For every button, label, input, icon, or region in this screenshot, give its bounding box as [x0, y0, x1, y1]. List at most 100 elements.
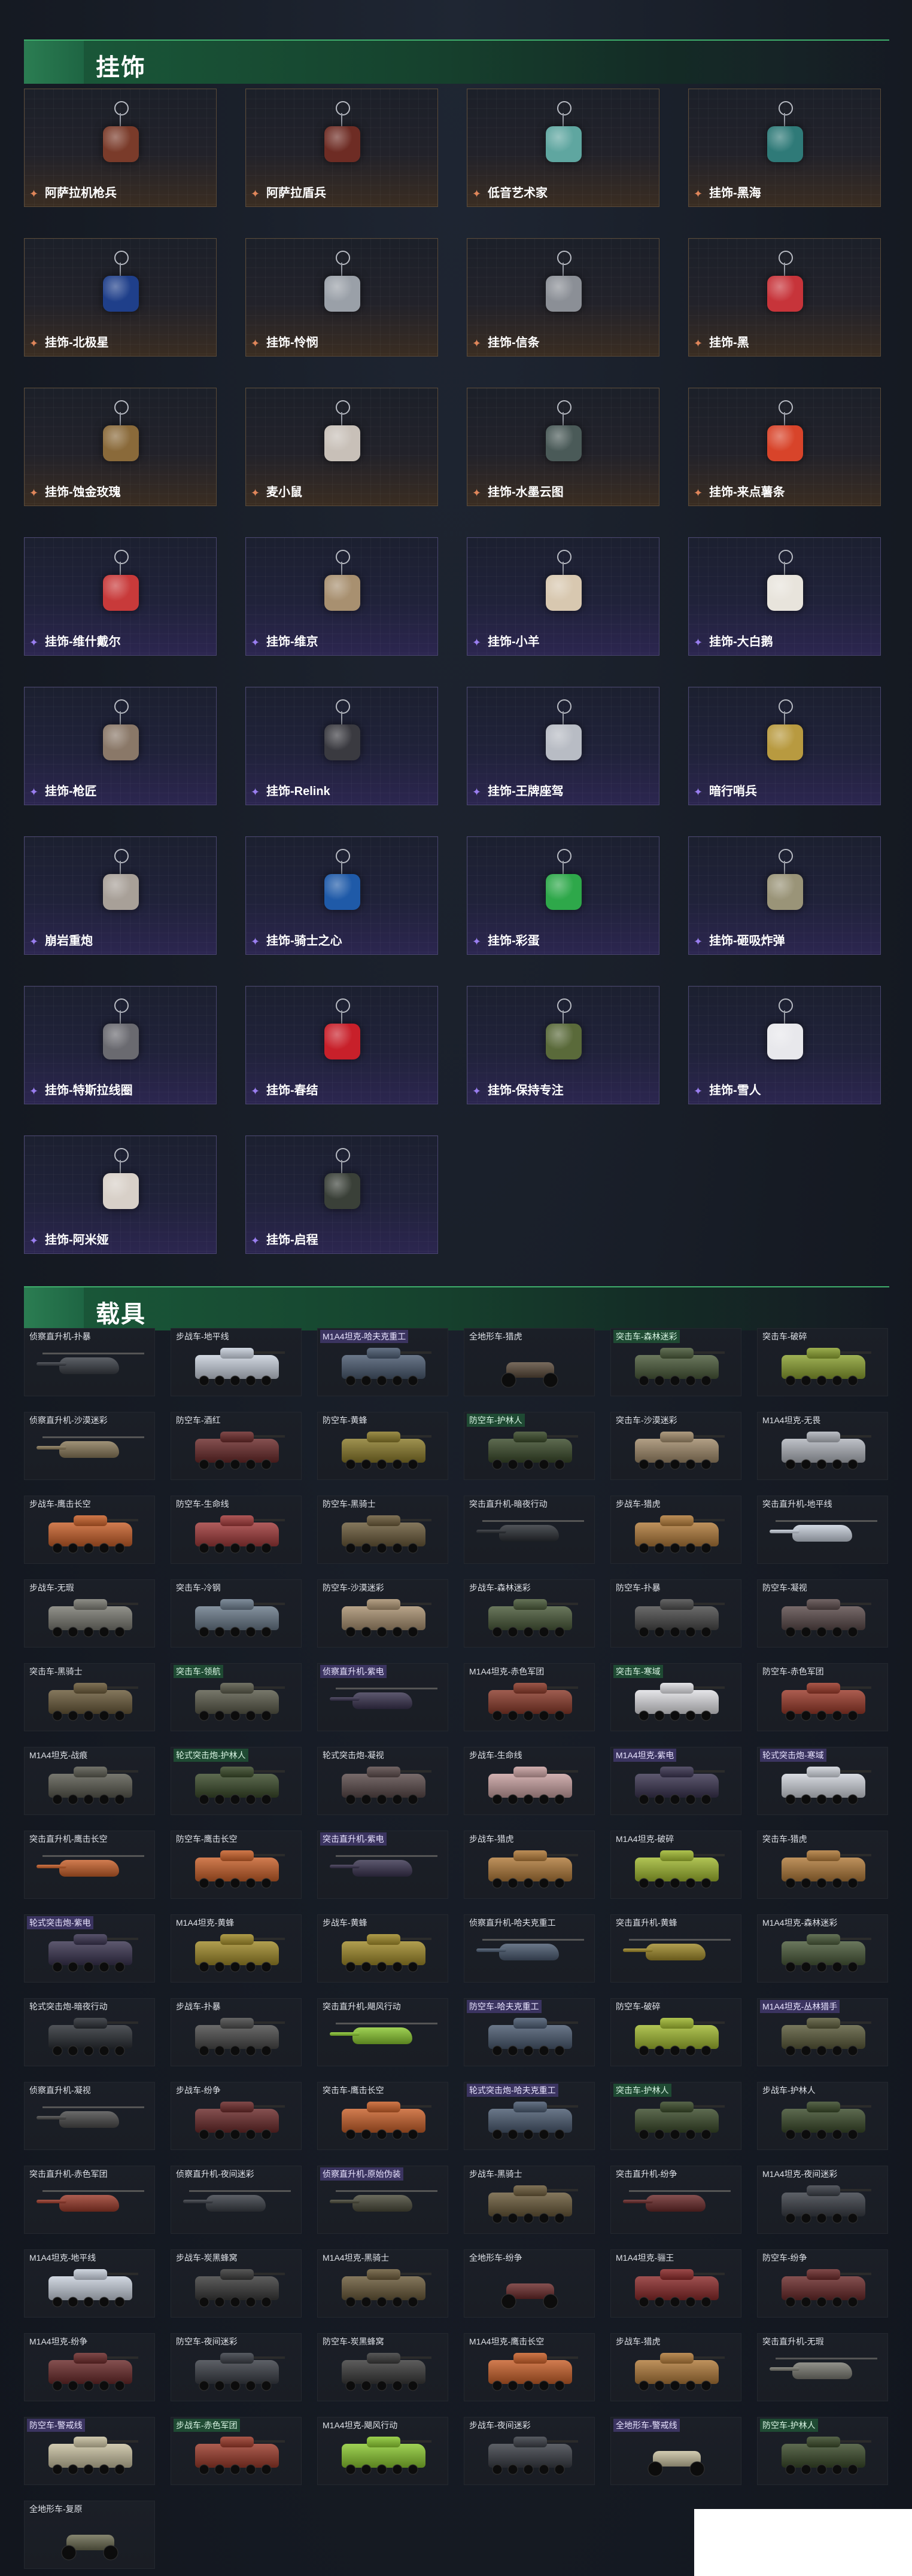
vehicle-card[interactable]: 突击直升机-鹰击长空	[24, 1831, 155, 1899]
vehicle-card[interactable]: 突击车-冷钢	[171, 1579, 302, 1648]
vehicle-card[interactable]: 轮式突击炮-紫电	[24, 1914, 155, 1983]
charm-card[interactable]: ✦ 挂饰-维京	[245, 537, 438, 656]
vehicle-card[interactable]: 防空车-护林人	[757, 2417, 888, 2485]
charm-card[interactable]: ✦ 挂饰-特斯拉线圈	[24, 986, 217, 1104]
charm-card[interactable]: ✦ 挂饰-王牌座驾	[467, 687, 659, 805]
vehicle-card[interactable]: 步战车-猎虎	[464, 1831, 595, 1899]
vehicle-card[interactable]: 防空车-生命线	[171, 1496, 302, 1564]
charm-card[interactable]: ✦ 崩岩重炮	[24, 836, 217, 955]
vehicle-card[interactable]: 步战车-无瑕	[24, 1579, 155, 1648]
charm-card[interactable]: ✦ 阿萨拉机枪兵	[24, 89, 217, 207]
vehicle-card[interactable]: 轮式突击炮-凝视	[317, 1747, 448, 1815]
vehicle-card[interactable]: 轮式突击炮-护林人	[171, 1747, 302, 1815]
vehicle-card[interactable]: 防空车-纷争	[757, 2249, 888, 2318]
vehicle-card[interactable]: 突击直升机-暗夜行动	[464, 1496, 595, 1564]
vehicle-card[interactable]: 全地形车-复原	[24, 2501, 155, 2569]
vehicle-card[interactable]: 防空车-扑暴	[610, 1579, 741, 1648]
charm-card[interactable]: ✦ 暗行哨兵	[688, 687, 881, 805]
vehicle-card[interactable]: 步战车-赤色军团	[171, 2417, 302, 2485]
vehicle-card[interactable]: 突击车-沙漠迷彩	[610, 1412, 741, 1480]
vehicle-card[interactable]: 轮式突击炮-暗夜行动	[24, 1998, 155, 2066]
charm-card[interactable]: ✦ 阿萨拉盾兵	[245, 89, 438, 207]
vehicle-card[interactable]: 步战车-炭黑蜂窝	[171, 2249, 302, 2318]
charm-card[interactable]: ✦ 挂饰-水墨云图	[467, 388, 659, 506]
charm-card[interactable]: ✦ 挂饰-阿米娅	[24, 1135, 217, 1254]
vehicle-card[interactable]: M1A4坦克-紫电	[610, 1747, 741, 1815]
vehicle-card[interactable]: M1A4坦克-地平线	[24, 2249, 155, 2318]
vehicle-card[interactable]: 防空车-夜间迷彩	[171, 2333, 302, 2401]
vehicle-card[interactable]: 侦察直升机-哈夫克重工	[464, 1914, 595, 1983]
charm-card[interactable]: ✦ 挂饰-黑海	[688, 89, 881, 207]
vehicle-card[interactable]: 防空车-炭黑蜂窝	[317, 2333, 448, 2401]
vehicle-card[interactable]: 突击车-护林人	[610, 2082, 741, 2150]
charm-card[interactable]: ✦ 挂饰-蚀金玫瑰	[24, 388, 217, 506]
charm-card[interactable]: ✦ 挂饰-维什戴尔	[24, 537, 217, 656]
vehicle-card[interactable]: 突击直升机-地平线	[757, 1496, 888, 1564]
vehicle-card[interactable]: 突击直升机-纷争	[610, 2166, 741, 2234]
vehicle-card[interactable]: 轮式突击炮-哈夫克重工	[464, 2082, 595, 2150]
vehicle-card[interactable]: 突击直升机-飓风行动	[317, 1998, 448, 2066]
charm-card[interactable]: ✦ 挂饰-保持专注	[467, 986, 659, 1104]
vehicle-card[interactable]: 突击直升机-无瑕	[757, 2333, 888, 2401]
vehicle-card[interactable]: 侦察直升机-沙漠迷彩	[24, 1412, 155, 1480]
vehicle-card[interactable]: 步战车-黑骑士	[464, 2166, 595, 2234]
vehicle-card[interactable]: 轮式突击炮-寒域	[757, 1747, 888, 1815]
vehicle-card[interactable]: 侦察直升机-原始伪装	[317, 2166, 448, 2234]
vehicle-card[interactable]: M1A4坦克-破碎	[610, 1831, 741, 1899]
charm-card[interactable]: ✦ 挂饰-春结	[245, 986, 438, 1104]
vehicle-card[interactable]: 侦察直升机-紫电	[317, 1663, 448, 1731]
charm-card[interactable]: ✦ 挂饰-砸吸炸弹	[688, 836, 881, 955]
vehicle-card[interactable]: 全地形车-猎虎	[464, 1328, 595, 1396]
vehicle-card[interactable]: 步战车-护林人	[757, 2082, 888, 2150]
vehicle-card[interactable]: 突击直升机-赤色军团	[24, 2166, 155, 2234]
charm-card[interactable]: ✦ 挂饰-Relink	[245, 687, 438, 805]
vehicle-card[interactable]: 防空车-护林人	[464, 1412, 595, 1480]
vehicle-card[interactable]: 步战车-扑暴	[171, 1998, 302, 2066]
charm-card[interactable]: ✦ 挂饰-小羊	[467, 537, 659, 656]
charm-card[interactable]: ✦ 挂饰-骑士之心	[245, 836, 438, 955]
charm-card[interactable]: ✦ 低音艺术家	[467, 89, 659, 207]
vehicle-card[interactable]: 步战车-地平线	[171, 1328, 302, 1396]
vehicle-card[interactable]: 突击直升机-黄蜂	[610, 1914, 741, 1983]
charm-card[interactable]: ✦ 挂饰-黑	[688, 238, 881, 357]
vehicle-card[interactable]: 突击车-寒域	[610, 1663, 741, 1731]
vehicle-card[interactable]: 防空车-赤色军团	[757, 1663, 888, 1731]
vehicle-card[interactable]: 侦察直升机-凝视	[24, 2082, 155, 2150]
vehicle-card[interactable]: 突击车-猎虎	[757, 1831, 888, 1899]
vehicle-card[interactable]: M1A4坦克-鹰击长空	[464, 2333, 595, 2401]
charm-card[interactable]: ✦ 挂饰-北极星	[24, 238, 217, 357]
charm-card[interactable]: ✦ 挂饰-怜悯	[245, 238, 438, 357]
vehicle-card[interactable]: 突击车-森林迷彩	[610, 1328, 741, 1396]
vehicle-card[interactable]: 防空车-警戒线	[24, 2417, 155, 2485]
vehicle-card[interactable]: 突击车-领航	[171, 1663, 302, 1731]
vehicle-card[interactable]: 步战车-鹰击长空	[24, 1496, 155, 1564]
charm-card[interactable]: ✦ 挂饰-彩蛋	[467, 836, 659, 955]
vehicle-card[interactable]: M1A4坦克-战痕	[24, 1747, 155, 1815]
vehicle-card[interactable]: 突击车-破碎	[757, 1328, 888, 1396]
vehicle-card[interactable]: 步战车-纷争	[171, 2082, 302, 2150]
vehicle-card[interactable]: 防空车-黑骑士	[317, 1496, 448, 1564]
vehicle-card[interactable]: 防空车-酒红	[171, 1412, 302, 1480]
vehicle-card[interactable]: 侦察直升机-夜间迷彩	[171, 2166, 302, 2234]
vehicle-card[interactable]: M1A4坦克-哈夫克重工	[317, 1328, 448, 1396]
vehicle-card[interactable]: 侦察直升机-扑暴	[24, 1328, 155, 1396]
vehicle-card[interactable]: 步战车-黄蜂	[317, 1914, 448, 1983]
charm-card[interactable]: ✦ 麦小鼠	[245, 388, 438, 506]
vehicle-card[interactable]: 步战车-猎虎	[610, 1496, 741, 1564]
vehicle-card[interactable]: M1A4坦克-森林迷彩	[757, 1914, 888, 1983]
vehicle-card[interactable]: 步战车-夜间迷彩	[464, 2417, 595, 2485]
vehicle-card[interactable]: 全地形车-纷争	[464, 2249, 595, 2318]
vehicle-card[interactable]: M1A4坦克-纷争	[24, 2333, 155, 2401]
vehicle-card[interactable]: M1A4坦克-无畏	[757, 1412, 888, 1480]
vehicle-card[interactable]: 防空车-破碎	[610, 1998, 741, 2066]
vehicle-card[interactable]: M1A4坦克-丛林猎手	[757, 1998, 888, 2066]
vehicle-card[interactable]: 防空车-哈夫克重工	[464, 1998, 595, 2066]
vehicle-card[interactable]: 防空车-凝视	[757, 1579, 888, 1648]
charm-card[interactable]: ✦ 挂饰-信条	[467, 238, 659, 357]
vehicle-card[interactable]: 防空车-黄蜂	[317, 1412, 448, 1480]
vehicle-card[interactable]: 突击车-鹰击长空	[317, 2082, 448, 2150]
vehicle-card[interactable]: 防空车-沙漠迷彩	[317, 1579, 448, 1648]
vehicle-card[interactable]: 突击直升机-紫电	[317, 1831, 448, 1899]
vehicle-card[interactable]: 步战车-生命线	[464, 1747, 595, 1815]
vehicle-card[interactable]: M1A4坦克-骊王	[610, 2249, 741, 2318]
